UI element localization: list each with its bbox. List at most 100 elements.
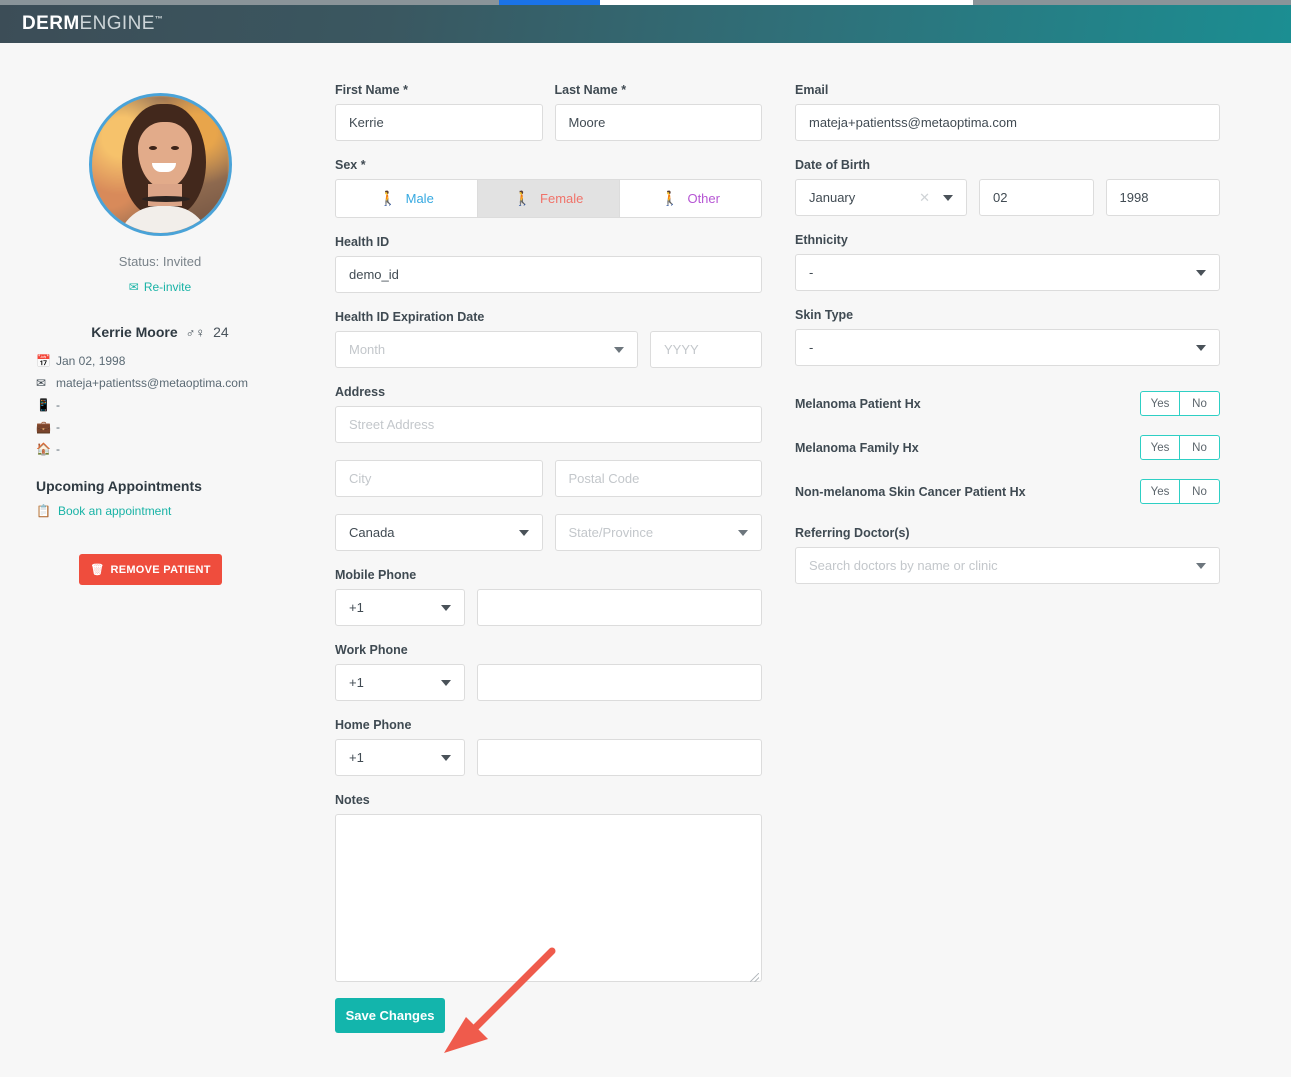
country-select[interactable]: Canada xyxy=(335,514,543,551)
date-of-birth-group: Date of Birth January ✕ xyxy=(795,158,1220,216)
home-icon: 🏠 xyxy=(36,442,51,456)
sex-option-female[interactable]: 🚶 Female xyxy=(477,179,620,218)
street-address-input[interactable] xyxy=(335,406,762,443)
mobile-phone-group: Mobile Phone +1 xyxy=(335,568,762,626)
patient-name: Kerrie Moore xyxy=(91,324,178,340)
patient-dob-text: Jan 02, 1998 xyxy=(56,354,126,368)
health-id-label: Health ID xyxy=(335,235,390,249)
sex-group: Sex * 🚶 Male 🚶 Female 🚶 Other xyxy=(335,158,762,218)
list-item: 📅 Jan 02, 1998 xyxy=(36,350,320,372)
date-of-birth-label: Date of Birth xyxy=(795,158,870,172)
melanoma-family-hx-no[interactable]: No xyxy=(1180,435,1220,460)
chevron-down-icon xyxy=(441,754,451,761)
dob-year-input[interactable] xyxy=(1105,179,1220,216)
notes-label: Notes xyxy=(335,793,370,807)
non-melanoma-skin-cancer-hx-label: Non-melanoma Skin Cancer Patient Hx xyxy=(795,484,1026,499)
health-id-expiration-label: Health ID Expiration Date xyxy=(335,310,485,324)
skin-type-label: Skin Type xyxy=(795,308,854,322)
ethnicity-label: Ethnicity xyxy=(795,233,848,247)
dob-month-select[interactable]: January ✕ xyxy=(795,179,967,216)
envelope-icon: ✉ xyxy=(128,280,139,294)
patient-avatar[interactable] xyxy=(88,93,232,236)
avatar-neck xyxy=(147,184,182,206)
save-changes-button[interactable]: Save Changes xyxy=(335,998,445,1033)
mobile-phone-country-code-select[interactable]: +1 xyxy=(335,589,465,626)
health-id-exp-month-select[interactable]: Month xyxy=(335,331,638,368)
health-id-exp-month-value: Month xyxy=(349,342,386,357)
email-input[interactable] xyxy=(795,104,1220,141)
avatar-eye-left xyxy=(148,146,157,150)
health-id-group: Health ID xyxy=(335,235,762,293)
chevron-down-icon xyxy=(518,529,529,536)
notes-group: Notes Save Changes xyxy=(335,793,762,1033)
ethnicity-value: - xyxy=(809,265,814,280)
book-appointment-link[interactable]: 📋 Book an appointment xyxy=(36,504,320,518)
briefcase-icon: 💼 xyxy=(36,420,51,434)
melanoma-family-hx-row: Melanoma Family Hx Yes No xyxy=(795,434,1220,461)
home-phone-country-code-value: +1 xyxy=(349,750,364,765)
city-input[interactable] xyxy=(335,460,543,497)
skin-type-select[interactable]: - xyxy=(795,329,1220,366)
mobile-phone-input[interactable] xyxy=(477,589,762,626)
book-appointment-label: Book an appointment xyxy=(57,504,172,518)
address-group: Address Canada State/Province xyxy=(335,385,762,551)
chevron-down-icon xyxy=(441,604,451,611)
work-phone-input[interactable] xyxy=(477,664,762,701)
last-name-input[interactable] xyxy=(554,104,762,141)
sex-option-female-label: Female xyxy=(540,191,584,206)
home-phone-input[interactable] xyxy=(477,739,762,776)
referring-doctors-placeholder: Search doctors by name or clinic xyxy=(809,558,998,573)
melanoma-patient-hx-row: Melanoma Patient Hx Yes No xyxy=(795,390,1220,417)
melanoma-family-hx-yes[interactable]: Yes xyxy=(1140,435,1180,460)
melanoma-patient-hx-yes[interactable]: Yes xyxy=(1140,391,1180,416)
ethnicity-group: Ethnicity - xyxy=(795,233,1220,291)
notes-textarea[interactable] xyxy=(335,814,762,982)
list-item: 📱 - xyxy=(36,394,320,416)
avatar-choker xyxy=(141,196,190,202)
first-name-input[interactable] xyxy=(335,104,543,141)
home-phone-country-code-select[interactable]: +1 xyxy=(335,739,465,776)
patient-info-list: 📅 Jan 02, 1998 ✉ mateja+patientss@metaop… xyxy=(36,350,320,460)
logo-light-text: ENGINE xyxy=(79,13,155,34)
chevron-down-icon xyxy=(1196,344,1206,351)
chevron-down-icon xyxy=(614,346,624,353)
melanoma-patient-hx-toggle: Yes No xyxy=(1140,391,1220,416)
sex-option-other[interactable]: 🚶 Other xyxy=(619,179,762,218)
non-melanoma-skin-cancer-hx-no[interactable]: No xyxy=(1180,479,1220,504)
chevron-down-icon xyxy=(738,529,748,536)
work-phone-label: Work Phone xyxy=(335,643,408,657)
work-phone-country-code-select[interactable]: +1 xyxy=(335,664,465,701)
postal-code-input[interactable] xyxy=(554,460,762,497)
remove-patient-button[interactable]: 🗑 REMOVE PATIENT xyxy=(79,554,222,585)
first-name-label: First Name * xyxy=(335,83,408,97)
dob-day-input[interactable] xyxy=(979,179,1094,216)
health-id-exp-year-input[interactable] xyxy=(650,331,762,368)
melanoma-patient-hx-label: Melanoma Patient Hx xyxy=(795,396,921,411)
list-item: 🏠 - xyxy=(36,438,320,460)
referring-doctors-select[interactable]: Search doctors by name or clinic xyxy=(795,547,1220,584)
health-id-expiration-group: Health ID Expiration Date Month xyxy=(335,310,762,368)
envelope-icon: ✉ xyxy=(36,376,47,390)
sex-label: Sex * xyxy=(335,158,366,172)
melanoma-family-hx-toggle: Yes No xyxy=(1140,435,1220,460)
patient-age: 24 xyxy=(213,324,229,340)
melanoma-patient-hx-no[interactable]: No xyxy=(1180,391,1220,416)
reinvite-label: Re-invite xyxy=(143,280,192,294)
patient-status: Status: Invited xyxy=(118,254,202,269)
non-melanoma-skin-cancer-hx-toggle: Yes No xyxy=(1140,479,1220,504)
list-item: 💼 - xyxy=(36,416,320,438)
dermengine-logo[interactable]: DERMENGINE™ xyxy=(22,13,163,35)
avatar-container xyxy=(0,93,320,236)
sex-segmented-control: 🚶 Male 🚶 Female 🚶 Other xyxy=(335,179,762,218)
sex-option-male[interactable]: 🚶 Male xyxy=(335,179,478,218)
state-province-select[interactable]: State/Province xyxy=(554,514,762,551)
non-melanoma-skin-cancer-hx-yes[interactable]: Yes xyxy=(1140,479,1180,504)
patient-work-text: - xyxy=(56,420,60,434)
health-id-input[interactable] xyxy=(335,256,762,293)
ethnicity-select[interactable]: - xyxy=(795,254,1220,291)
sex-option-other-label: Other xyxy=(687,191,720,206)
reinvite-link[interactable]: ✉ Re-invite xyxy=(0,280,320,294)
dob-month-value: January xyxy=(809,190,856,205)
name-row: First Name * Last Name * xyxy=(335,83,762,141)
close-icon[interactable]: ✕ xyxy=(919,190,930,206)
